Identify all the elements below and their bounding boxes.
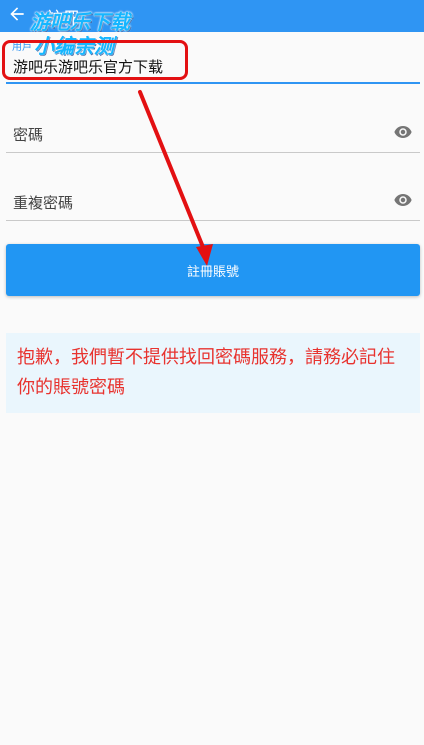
arrow-left-icon[interactable] — [7, 4, 27, 24]
confirm-password-field[interactable]: 重複密碼 — [6, 180, 420, 221]
password-input[interactable]: 密碼 — [13, 124, 43, 145]
watermark-line1: 游吧乐下载 — [30, 10, 130, 34]
eye-icon[interactable] — [394, 193, 412, 207]
notice-message: 抱歉，我們暫不提供找回密碼服務，請務必記住你的賬號密碼 — [6, 333, 420, 413]
register-button[interactable]: 註冊賬號 — [6, 244, 420, 296]
confirm-password-input[interactable]: 重複密碼 — [13, 192, 73, 213]
password-field[interactable]: 密碼 — [6, 112, 420, 153]
annotation-highlight-box — [2, 40, 188, 80]
eye-icon[interactable] — [394, 125, 412, 139]
